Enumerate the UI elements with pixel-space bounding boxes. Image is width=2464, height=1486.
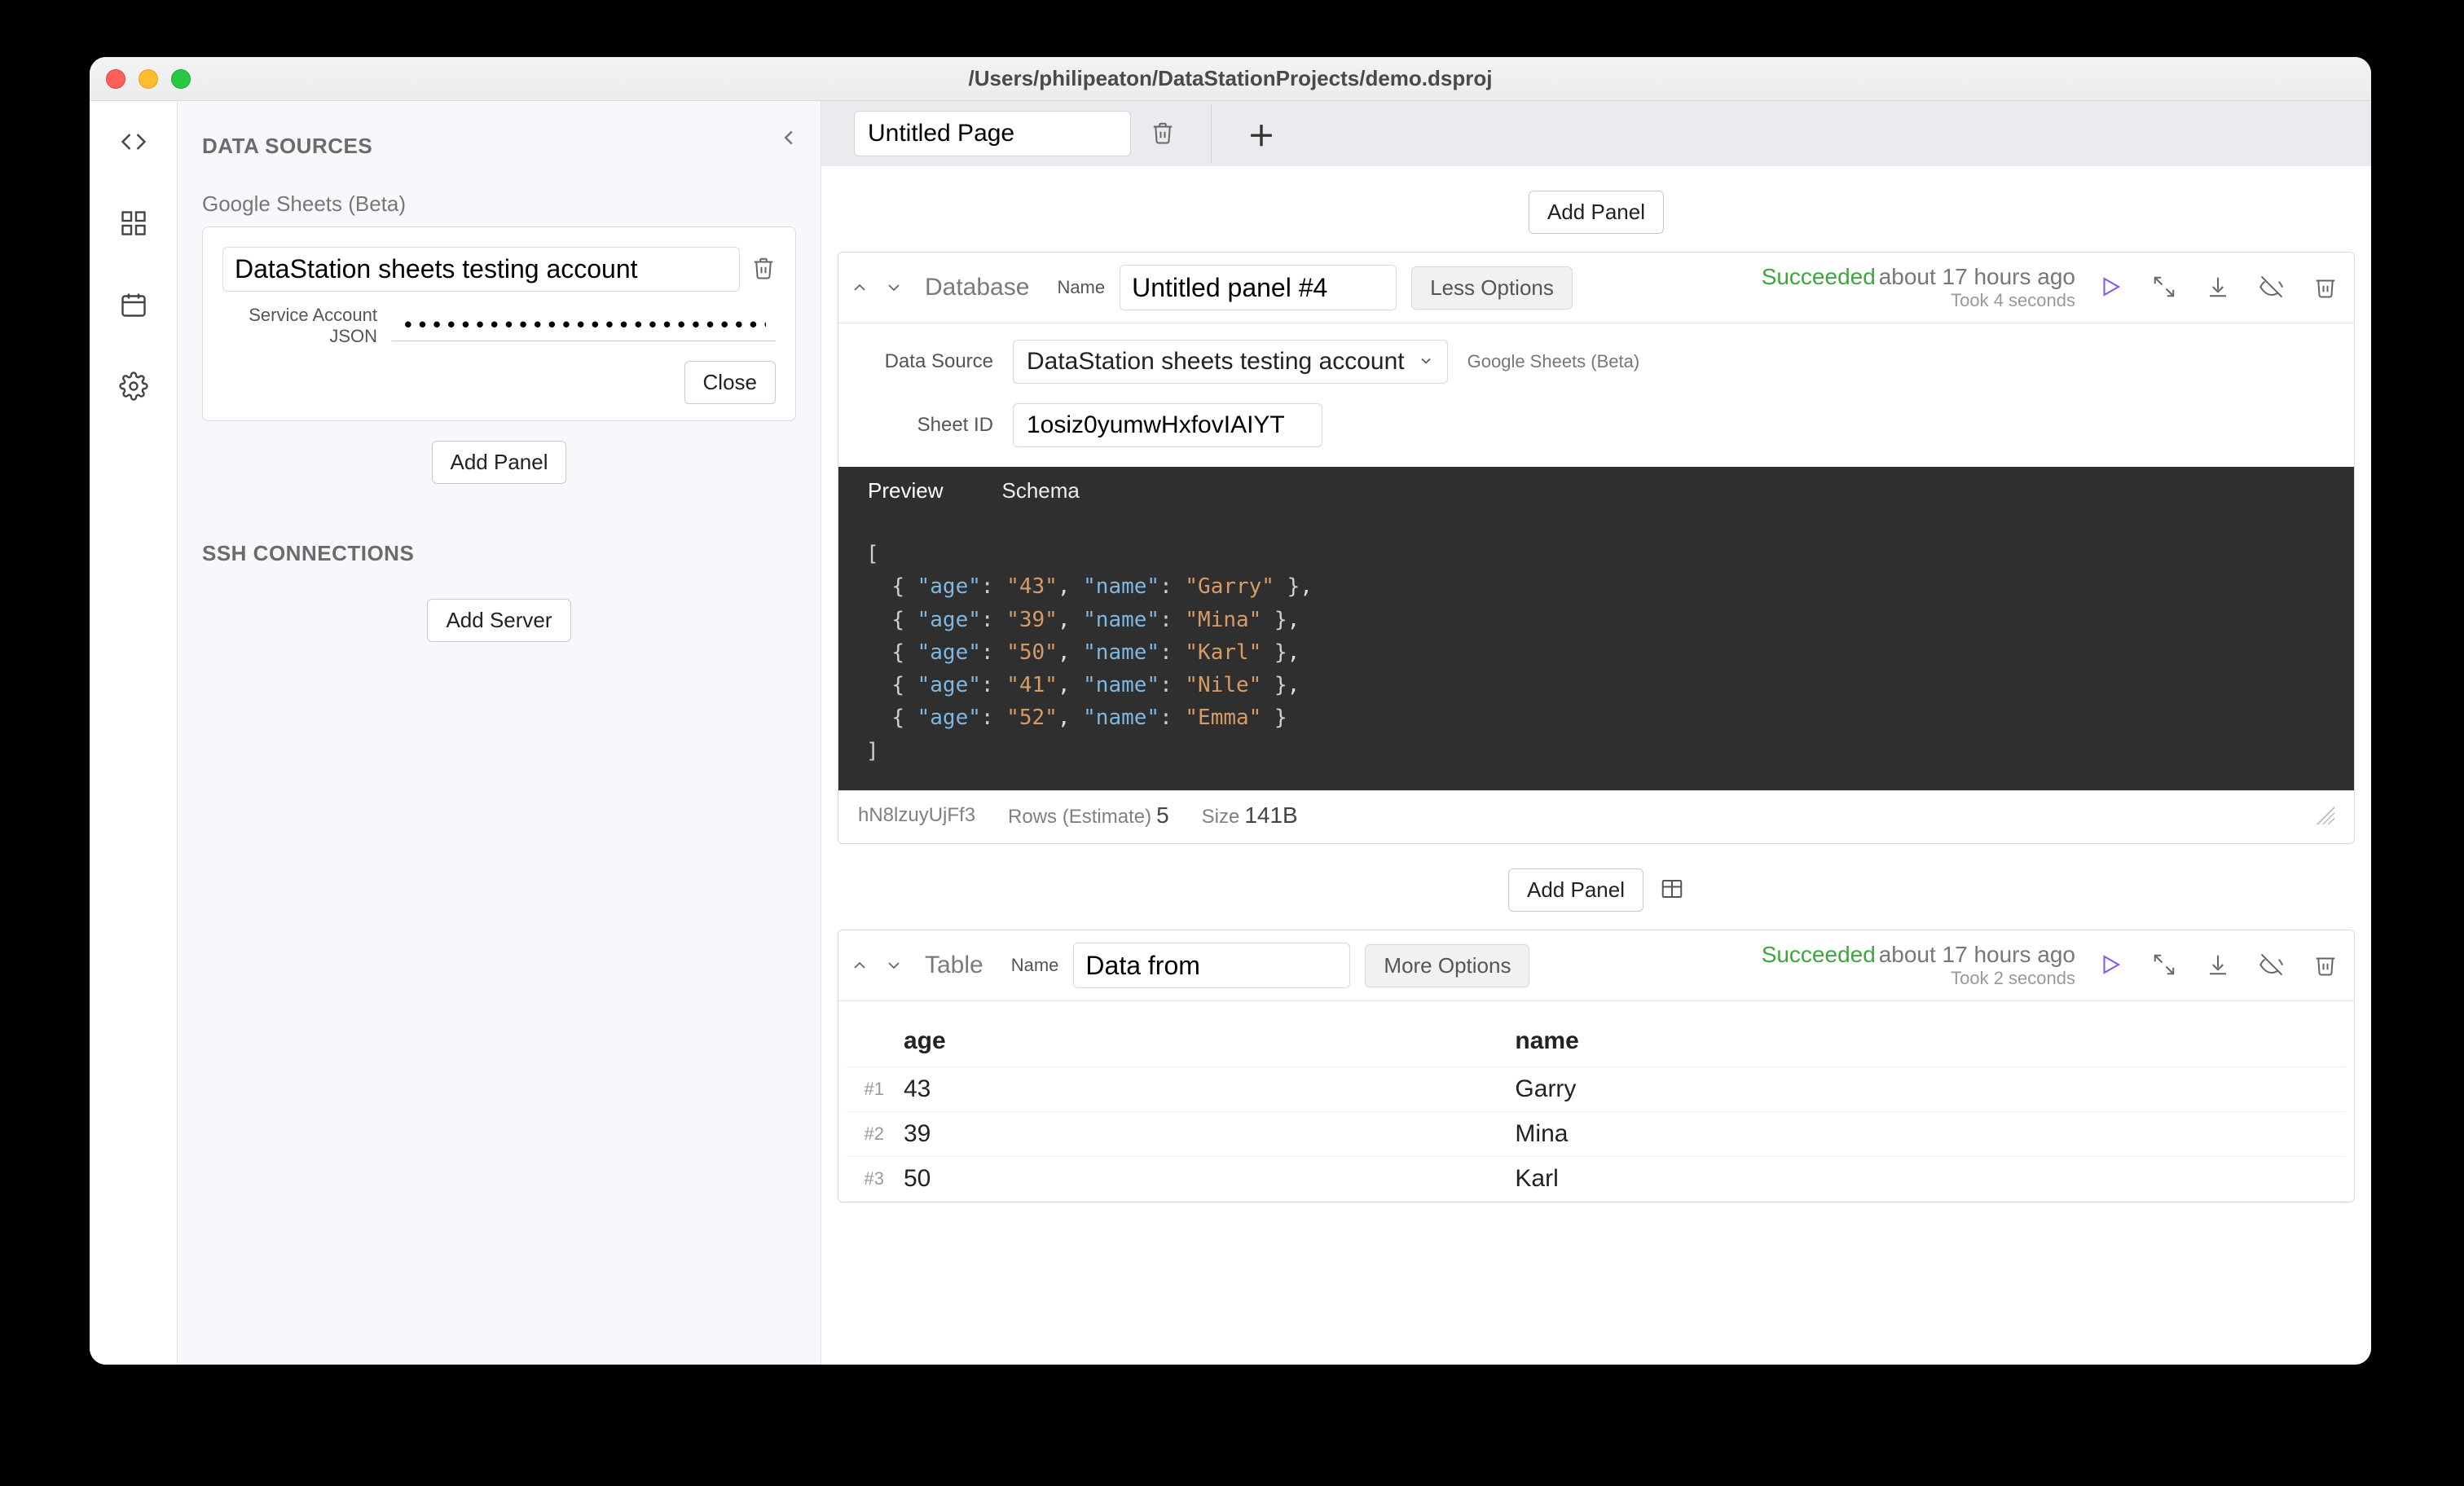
panel-table: Table Name More Options Succeeded about … bbox=[838, 930, 2355, 1202]
service-account-json-input[interactable] bbox=[392, 310, 776, 341]
add-panel-button-top[interactable]: Add Panel bbox=[1529, 191, 1664, 234]
row-index: #3 bbox=[847, 1157, 895, 1202]
editor-icon[interactable] bbox=[117, 125, 150, 158]
panel2-name-label: Name bbox=[1011, 955, 1059, 976]
cell-name: Mina bbox=[1507, 1112, 2346, 1157]
panel-meta: hN8lzuyUjFf3 Rows (Estimate)5 Size141B bbox=[838, 790, 2354, 843]
data-source-name-input[interactable] bbox=[222, 247, 740, 292]
sheet-id-label: Sheet ID bbox=[863, 414, 993, 437]
page-name-input[interactable] bbox=[854, 111, 1131, 156]
data-source-field-label: Data Source bbox=[863, 350, 993, 373]
row-index: #1 bbox=[847, 1067, 895, 1112]
data-source-card: Service Account JSON Close bbox=[202, 226, 796, 421]
move-panel-up-button-2[interactable] bbox=[850, 956, 869, 975]
service-account-label: Service Account JSON bbox=[222, 305, 377, 348]
table-icon[interactable] bbox=[1660, 877, 1684, 903]
add-panel-button-mid[interactable]: Add Panel bbox=[1508, 868, 1643, 912]
result-tabs: Preview Schema bbox=[838, 467, 2354, 515]
titlebar: /Users/philipeaton/DataStationProjects/d… bbox=[90, 57, 2371, 101]
run-panel-button[interactable] bbox=[2098, 275, 2123, 301]
cell-name: Karl bbox=[1507, 1157, 2346, 1202]
table-row: #239Mina bbox=[847, 1112, 2346, 1157]
data-source-select[interactable]: DataStation sheets testing account bbox=[1013, 340, 1448, 384]
fullscreen-button[interactable] bbox=[2152, 275, 2176, 301]
sidebar-add-panel-button[interactable]: Add Panel bbox=[432, 441, 567, 484]
cell-age: 43 bbox=[895, 1067, 1507, 1112]
cell-name: Garry bbox=[1507, 1067, 2346, 1112]
dashboard-icon[interactable] bbox=[117, 207, 150, 240]
panel-result-id: hN8lzuyUjFf3 bbox=[858, 804, 975, 827]
window-title: /Users/philipeaton/DataStationProjects/d… bbox=[90, 66, 2371, 91]
download2-button[interactable] bbox=[2206, 952, 2230, 979]
sheet-id-input[interactable] bbox=[1013, 403, 1322, 447]
col-age: age bbox=[895, 1016, 1507, 1067]
icon-rail bbox=[90, 101, 178, 1365]
row-index: #2 bbox=[847, 1112, 895, 1157]
cell-age: 50 bbox=[895, 1157, 1507, 1202]
panel2-name-input[interactable] bbox=[1073, 943, 1350, 988]
panel-database: Database Name Less Options Succeeded abo… bbox=[838, 252, 2355, 844]
page-tabs-bar: ＋ bbox=[821, 101, 2371, 166]
resize-handle[interactable] bbox=[2317, 807, 2334, 824]
tab-schema[interactable]: Schema bbox=[972, 467, 1108, 515]
move-panel-down-button[interactable] bbox=[884, 278, 904, 297]
scheduler-icon[interactable] bbox=[117, 288, 150, 321]
collapse-sidebar-button[interactable] bbox=[777, 125, 801, 150]
table-row: #143Garry bbox=[847, 1067, 2346, 1112]
settings-icon[interactable] bbox=[117, 370, 150, 402]
delete-panel-button[interactable] bbox=[2313, 275, 2338, 301]
data-source-type-label: Google Sheets (Beta) bbox=[202, 191, 796, 217]
download-button[interactable] bbox=[2206, 275, 2230, 301]
more-options-button[interactable]: More Options bbox=[1365, 944, 1529, 987]
delete-page-button[interactable] bbox=[1151, 121, 1175, 147]
col-name: name bbox=[1507, 1016, 2346, 1067]
move-panel-down-button-2[interactable] bbox=[884, 956, 904, 975]
panel-name-input[interactable] bbox=[1120, 265, 1397, 310]
move-panel-up-button[interactable] bbox=[850, 278, 869, 297]
chevron-down-icon bbox=[1418, 348, 1434, 376]
main-area: ＋ Add Panel Database Name Less Options bbox=[821, 101, 2371, 1365]
hide-button[interactable] bbox=[2259, 275, 2284, 301]
sidebar: DATA SOURCES Google Sheets (Beta) Servic… bbox=[178, 101, 821, 1365]
panel-name-label: Name bbox=[1057, 277, 1105, 298]
delete-data-source-button[interactable] bbox=[751, 256, 776, 283]
delete-panel2-button[interactable] bbox=[2313, 952, 2338, 979]
preview-code: [ { "age": "43", "name": "Garry" }, { "a… bbox=[838, 515, 2354, 790]
tab-divider bbox=[1211, 105, 1212, 162]
panel-status: Succeeded about 17 hours ago Took 4 seco… bbox=[1762, 264, 2075, 311]
fullscreen2-button[interactable] bbox=[2152, 952, 2176, 979]
result-table: age name #143Garry#239Mina#350Karl bbox=[847, 1016, 2346, 1202]
less-options-button[interactable]: Less Options bbox=[1411, 266, 1573, 310]
ssh-connections-heading: SSH CONNECTIONS bbox=[202, 541, 796, 566]
data-source-type-hint: Google Sheets (Beta) bbox=[1467, 351, 1640, 372]
cell-age: 39 bbox=[895, 1112, 1507, 1157]
panel-type-label: Database bbox=[925, 274, 1029, 301]
panel2-status: Succeeded about 17 hours ago Took 2 seco… bbox=[1762, 942, 2075, 989]
tab-preview[interactable]: Preview bbox=[838, 467, 972, 515]
run-panel2-button[interactable] bbox=[2098, 952, 2123, 979]
data-sources-heading: DATA SOURCES bbox=[202, 134, 796, 159]
add-page-button[interactable]: ＋ bbox=[1247, 114, 1275, 154]
app-window: /Users/philipeaton/DataStationProjects/d… bbox=[90, 57, 2371, 1365]
panel2-type-label: Table bbox=[925, 952, 983, 979]
table-row: #350Karl bbox=[847, 1157, 2346, 1202]
add-server-button[interactable]: Add Server bbox=[427, 599, 570, 642]
close-data-source-button[interactable]: Close bbox=[684, 361, 776, 404]
hide2-button[interactable] bbox=[2259, 952, 2284, 979]
